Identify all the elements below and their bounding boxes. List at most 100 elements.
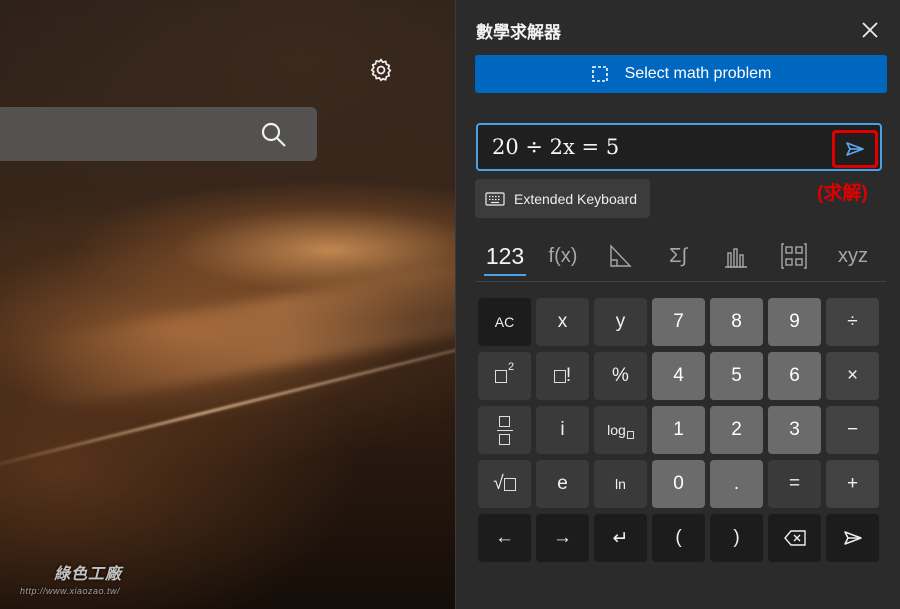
key-left-paren[interactable]: ( xyxy=(652,514,705,562)
key-factorial[interactable]: ! xyxy=(536,352,589,400)
tabs-divider xyxy=(476,281,886,282)
tab-numbers-label: 123 xyxy=(485,242,525,269)
key-2-label: 2 xyxy=(731,419,742,440)
key-7[interactable]: 7 xyxy=(652,298,705,346)
key-equals-label: = xyxy=(788,473,801,494)
key-ln-label: ln xyxy=(615,476,626,492)
fraction-icon xyxy=(496,415,513,445)
tab-functions[interactable]: f(x) xyxy=(540,236,586,276)
key-e[interactable]: e xyxy=(536,460,589,508)
keypad: AC x y 7 8 9 ÷ 2 ! % 4 5 6 × i log 1 2 3… xyxy=(478,298,882,564)
key-clear-label: AC xyxy=(494,314,515,330)
select-math-problem-button[interactable]: Select math problem xyxy=(475,55,887,93)
tab-calculus[interactable]: Σ∫ xyxy=(656,236,700,276)
extended-keyboard-label: Extended Keyboard xyxy=(514,190,637,207)
key-9[interactable]: 9 xyxy=(768,298,821,346)
key-divide[interactable]: ÷ xyxy=(826,298,879,346)
tab-matrices[interactable] xyxy=(772,236,816,276)
close-button[interactable] xyxy=(856,16,884,44)
key-2[interactable]: 2 xyxy=(710,406,763,454)
key-imaginary-label: i xyxy=(560,419,565,440)
key-minus[interactable]: − xyxy=(826,406,879,454)
key-sqrt[interactable]: √ xyxy=(478,460,531,508)
tab-statistics[interactable] xyxy=(714,236,758,276)
key-log[interactable]: log xyxy=(594,406,647,454)
tab-variables[interactable]: xyz xyxy=(828,236,878,276)
key-right-paren-label: ) xyxy=(733,527,740,548)
key-percent[interactable]: % xyxy=(594,352,647,400)
watermark: 綠色工廠 http://www.xiaozao.tw/ xyxy=(6,560,176,605)
triangle-icon xyxy=(610,244,632,267)
key-clear[interactable]: AC xyxy=(478,298,531,346)
key-percent-label: % xyxy=(612,365,629,386)
key-8[interactable]: 8 xyxy=(710,298,763,346)
gear-icon xyxy=(370,58,392,82)
solve-button[interactable] xyxy=(832,130,878,168)
key-newline-label: ↵ xyxy=(612,527,629,549)
backspace-icon xyxy=(783,530,806,546)
key-solve[interactable] xyxy=(826,514,879,562)
key-newline[interactable]: ↵ xyxy=(594,514,647,562)
active-tab-indicator xyxy=(484,274,526,276)
search-icon xyxy=(261,122,286,147)
key-minus-label: − xyxy=(846,419,859,440)
key-3[interactable]: 3 xyxy=(768,406,821,454)
tab-calculus-label: Σ∫ xyxy=(669,244,687,267)
key-y-label: y xyxy=(615,311,626,332)
key-x-label: x xyxy=(557,311,568,332)
key-cursor-left[interactable]: ← xyxy=(478,514,531,562)
watermark-logo: 綠色工廠 xyxy=(54,566,123,583)
settings-button[interactable] xyxy=(366,55,396,85)
key-sqrt-label: √ xyxy=(493,473,504,494)
key-7-label: 7 xyxy=(673,311,684,332)
key-ln[interactable]: ln xyxy=(594,460,647,508)
panel-title: 數學求解器 xyxy=(476,23,561,42)
key-4-label: 4 xyxy=(673,365,684,386)
key-imaginary[interactable]: i xyxy=(536,406,589,454)
key-6[interactable]: 6 xyxy=(768,352,821,400)
key-multiply-label: × xyxy=(846,365,859,386)
key-0[interactable]: 0 xyxy=(652,460,705,508)
close-icon xyxy=(862,22,878,38)
key-3-label: 3 xyxy=(789,419,800,440)
background-light-streak xyxy=(17,258,455,412)
send-arrow-icon xyxy=(843,531,862,545)
tab-variables-label: xyz xyxy=(838,244,868,267)
key-cursor-right[interactable]: → xyxy=(536,514,589,562)
key-8-label: 8 xyxy=(731,311,742,332)
key-5[interactable]: 5 xyxy=(710,352,763,400)
keyboard-icon xyxy=(485,191,505,206)
key-cursor-left-label: ← xyxy=(495,527,514,548)
key-left-paren-label: ( xyxy=(675,527,682,548)
key-x[interactable]: x xyxy=(536,298,589,346)
search-button[interactable] xyxy=(258,119,290,151)
solve-annotation: (求解) xyxy=(817,183,868,204)
key-multiply[interactable]: × xyxy=(826,352,879,400)
key-backspace[interactable] xyxy=(768,514,821,562)
matrix-icon xyxy=(781,243,807,269)
keyboard-tabs: 123 f(x) Σ∫ xyz xyxy=(476,236,886,276)
key-fraction[interactable] xyxy=(478,406,531,454)
key-log-label: log xyxy=(607,422,626,438)
key-plus[interactable]: + xyxy=(826,460,879,508)
tab-trigonometry[interactable] xyxy=(598,236,642,276)
key-plus-label: + xyxy=(846,473,859,494)
key-6-label: 6 xyxy=(789,365,800,386)
extended-keyboard-button[interactable]: Extended Keyboard xyxy=(475,179,650,218)
key-4[interactable]: 4 xyxy=(652,352,705,400)
key-1-label: 1 xyxy=(673,419,684,440)
key-square[interactable]: 2 xyxy=(478,352,531,400)
key-right-paren[interactable]: ) xyxy=(710,514,763,562)
key-equals[interactable]: = xyxy=(768,460,821,508)
key-y[interactable]: y xyxy=(594,298,647,346)
tab-functions-label: f(x) xyxy=(548,244,578,267)
key-1[interactable]: 1 xyxy=(652,406,705,454)
key-e-label: e xyxy=(557,473,568,494)
key-decimal[interactable]: . xyxy=(710,460,763,508)
browser-background: 綠色工廠 http://www.xiaozao.tw/ xyxy=(0,0,455,609)
key-square-exponent: 2 xyxy=(507,361,515,373)
math-input-field[interactable]: 20 ÷ 2x = 5 xyxy=(476,123,882,171)
tab-numbers[interactable]: 123 xyxy=(476,236,534,276)
key-9-label: 9 xyxy=(789,311,800,332)
placeholder-box-icon xyxy=(494,369,507,383)
